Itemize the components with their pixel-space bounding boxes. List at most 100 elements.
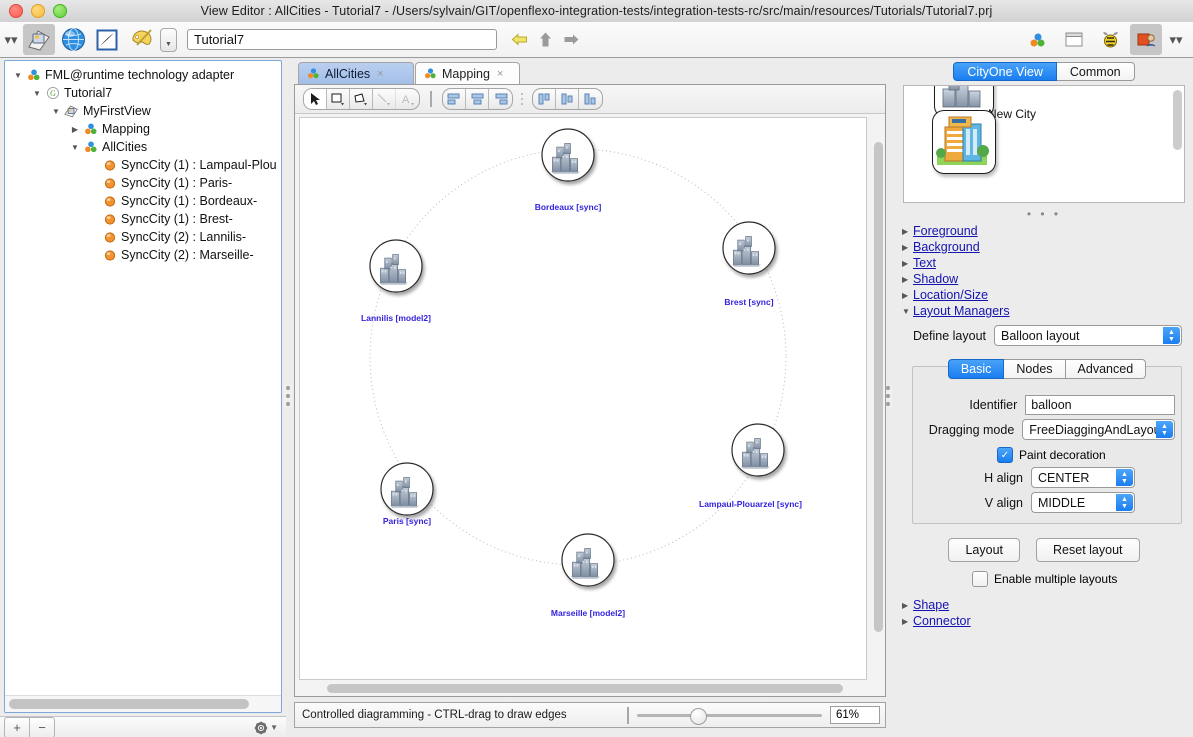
globe-button[interactable] (57, 24, 89, 55)
maximize-window-button[interactable] (53, 4, 67, 18)
layout-button[interactable]: Layout (948, 538, 1021, 562)
canvas-vscroll-thumb[interactable] (874, 142, 883, 632)
tree-item[interactable]: SyncCity (1) : Brest- (5, 210, 281, 228)
tree-item[interactable]: SyncCity (2) : Marseille- (5, 246, 281, 264)
balloon-diagram[interactable]: Bordeaux [sync] Brest [sync] Lampaul-Ploua… (300, 118, 866, 679)
chevron-updown-icon[interactable]: ▲ ▼ (1163, 327, 1180, 344)
forward-arrow-icon[interactable] (563, 31, 580, 48)
segment-cityone-view[interactable]: CityOne View (953, 62, 1057, 81)
diagram-node[interactable] (722, 221, 776, 275)
chevron-right-icon[interactable]: ▶ (902, 259, 913, 268)
settings-menu-button[interactable]: ▼ (254, 721, 278, 735)
tree-horizontal-scrollbar[interactable] (5, 695, 281, 712)
zoom-slider[interactable] (637, 707, 822, 725)
edit-button[interactable] (91, 24, 123, 55)
tab-allcities[interactable]: AllCities × (298, 62, 414, 84)
tree-item[interactable]: ▼ G Tutorial7 (5, 84, 281, 102)
project-tree[interactable]: ▼ FML@runtime technology adapter ▼ G Tutoria… (5, 61, 281, 264)
align-left-tool[interactable] (443, 89, 466, 109)
inspector-section-connector[interactable]: ▶ Connector (898, 613, 1190, 629)
preview-scrollbar[interactable] (1173, 88, 1182, 198)
text-tool[interactable]: A (396, 89, 419, 109)
align-middle-tool[interactable] (556, 89, 579, 109)
zoom-slider-knob[interactable] (690, 708, 707, 725)
inspector-section-background[interactable]: ▶ Background (898, 239, 1190, 255)
tree-item[interactable]: ▼ MyFirstView (5, 102, 281, 120)
tree-item[interactable]: ▼ AllCities (5, 138, 281, 156)
zoom-value-field[interactable]: 61% (830, 706, 880, 724)
left-splitter-handle[interactable] (284, 385, 292, 407)
inspector-section-foreground[interactable]: ▶ Foreground (898, 223, 1190, 239)
paint-decoration-checkbox[interactable]: ✓ (997, 447, 1013, 463)
identifier-input[interactable]: balloon (1025, 395, 1175, 415)
tree-scroll-thumb[interactable] (9, 699, 249, 709)
add-button[interactable]: + (4, 717, 30, 737)
canvas-vertical-scrollbar[interactable] (872, 118, 884, 679)
tab-mapping[interactable]: Mapping × (415, 62, 520, 84)
align-bottom-tool[interactable] (579, 89, 602, 109)
section-link[interactable]: Location/Size (913, 288, 988, 302)
tree-item[interactable]: ▼ FML@runtime technology adapter (5, 66, 281, 84)
chevron-right-icon[interactable]: ▶ (68, 125, 82, 134)
concept-button[interactable] (1022, 24, 1054, 55)
section-link[interactable]: Connector (913, 614, 971, 628)
inspector-section-shape[interactable]: ▶ Shape (898, 597, 1190, 613)
minimize-window-button[interactable] (31, 4, 45, 18)
align-center-tool[interactable] (466, 89, 489, 109)
chevron-right-icon[interactable]: ▶ (902, 291, 913, 300)
align-top-tool[interactable] (533, 89, 556, 109)
diagram-node[interactable] (731, 423, 785, 477)
bee-button[interactable] (1094, 24, 1126, 55)
enable-multiple-layouts-checkbox[interactable] (972, 571, 988, 587)
chevron-right-icon[interactable]: ▶ (902, 227, 913, 236)
section-link[interactable]: Text (913, 256, 936, 270)
line-tool[interactable] (373, 89, 396, 109)
tab-basic[interactable]: Basic (947, 359, 1005, 379)
toolbar-dropdown-button[interactable]: ▼ (160, 27, 177, 52)
address-field[interactable]: Tutorial7 (187, 29, 497, 50)
section-link[interactable]: Layout Managers (913, 304, 1010, 318)
chevron-right-icon[interactable]: ▶ (902, 617, 913, 626)
diagram-node[interactable] (541, 128, 595, 182)
section-link[interactable]: Foreground (913, 224, 978, 238)
diagram-node[interactable] (561, 533, 615, 587)
polygon-tool[interactable] (350, 89, 373, 109)
tab-advanced[interactable]: Advanced (1065, 359, 1147, 379)
chevron-updown-icon[interactable]: ▲ ▼ (1116, 494, 1133, 511)
chevron-right-icon[interactable]: ▶ (902, 275, 913, 284)
back-arrow-icon[interactable] (511, 31, 528, 48)
tab-allcities-close-icon[interactable]: × (377, 68, 383, 80)
inspector-section-location-size[interactable]: ▶ Location/Size (898, 287, 1190, 303)
rectangle-tool[interactable] (327, 89, 350, 109)
tree-item[interactable]: SyncCity (1) : Bordeaux- (5, 192, 281, 210)
select-arrow-tool[interactable] (304, 89, 327, 109)
reset-layout-button[interactable]: Reset layout (1036, 538, 1140, 562)
segment-common[interactable]: Common (1056, 62, 1135, 81)
section-link[interactable]: Background (913, 240, 980, 254)
h-align-select[interactable]: CENTER ▲ ▼ (1031, 467, 1135, 488)
shape-preview[interactable]: New City (903, 85, 1185, 203)
remove-button[interactable]: − (30, 717, 55, 737)
define-layout-select[interactable]: Balloon layout ▲ ▼ (994, 325, 1182, 346)
preview-scroll-thumb[interactable] (1173, 90, 1182, 150)
preview-node-newcity[interactable] (932, 110, 996, 174)
chevron-down-icon[interactable]: ▼ (68, 143, 82, 152)
tree-item[interactable]: SyncCity (1) : Paris- (5, 174, 281, 192)
window-button[interactable] (1058, 24, 1090, 55)
inspector-section-shadow[interactable]: ▶ Shadow (898, 271, 1190, 287)
toolbar-overflow-chevrons-icon[interactable]: ▾▾ (1165, 32, 1187, 48)
close-window-button[interactable] (9, 4, 23, 18)
tree-item[interactable]: ▶ Mapping (5, 120, 281, 138)
preview-resize-handle[interactable]: • • • (898, 207, 1190, 221)
canvas-hscroll-thumb[interactable] (327, 684, 843, 693)
chevron-updown-icon[interactable]: ▲ ▼ (1116, 469, 1133, 486)
up-arrow-icon[interactable] (538, 31, 553, 48)
chevron-right-icon[interactable]: ▶ (902, 243, 913, 252)
v-align-select[interactable]: MIDDLE ▲ ▼ (1031, 492, 1135, 513)
section-link[interactable]: Shadow (913, 272, 958, 286)
inspector-section-text[interactable]: ▶ Text (898, 255, 1190, 271)
palette-button[interactable] (125, 24, 157, 55)
chevron-right-icon[interactable]: ▶ (902, 601, 913, 610)
canvas-horizontal-scrollbar[interactable] (299, 682, 865, 694)
chevrons-down-icon[interactable]: ▾▾ (0, 32, 22, 48)
